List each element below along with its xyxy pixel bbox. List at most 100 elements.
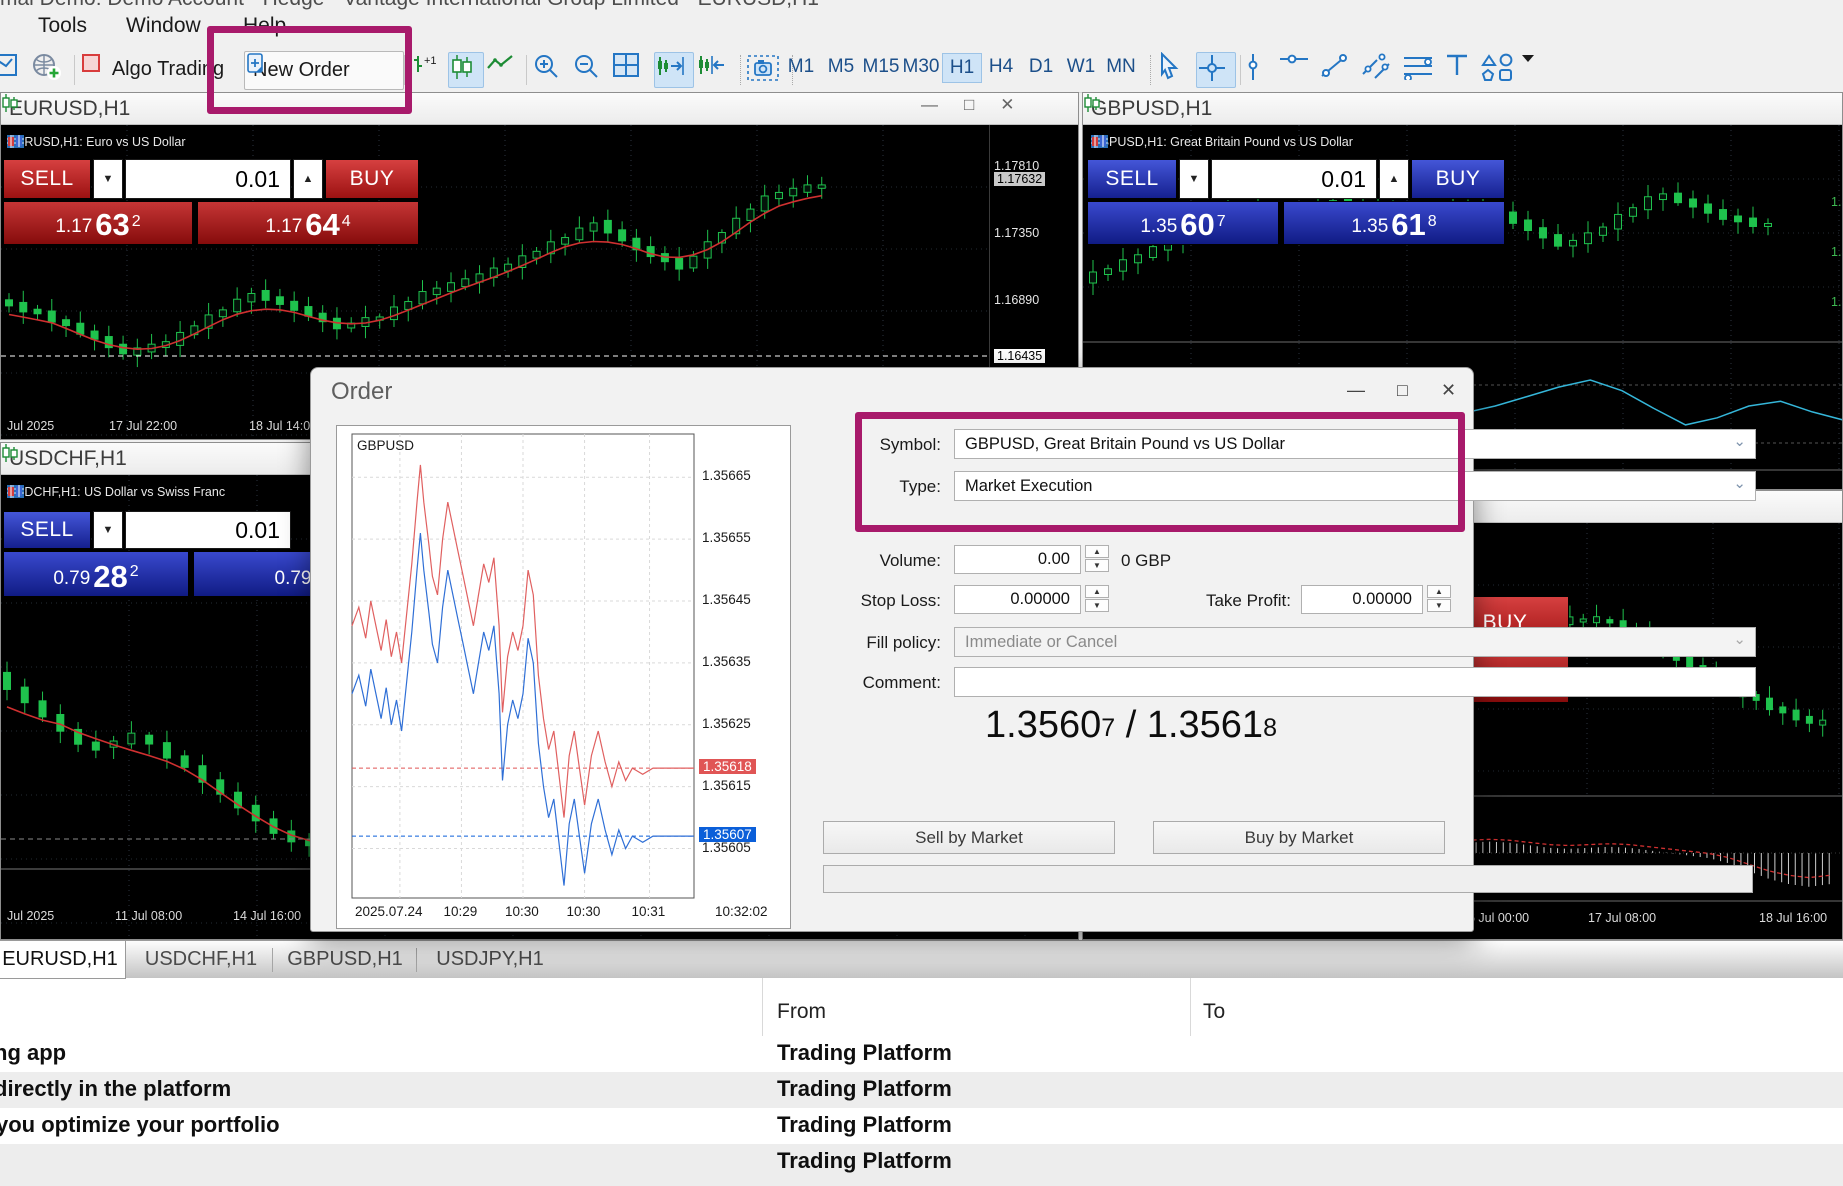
- order-progress-bar: [823, 865, 1753, 893]
- window-eurusd-titlebar[interactable]: EURUSD,H1 — □ ✕: [1, 93, 1078, 125]
- eurusd-xaxis-label: 17 Jul 22:00: [109, 419, 177, 433]
- eurusd-bid-price[interactable]: 1.17632: [3, 201, 193, 245]
- tf-h4-button[interactable]: H4: [982, 56, 1020, 78]
- tf-d1-button[interactable]: D1: [1022, 56, 1060, 78]
- volume-spinner[interactable]: ▲▼: [1085, 545, 1109, 572]
- eurusd-volume-input[interactable]: 0.01: [125, 159, 291, 199]
- table-row[interactable]: directly in the platform Trading Platfor…: [0, 1072, 1843, 1109]
- usdchf-sell-button[interactable]: SELL: [3, 511, 91, 549]
- gbpusd-bid-price[interactable]: 1.35607: [1087, 201, 1279, 245]
- gbpusd-volume-input[interactable]: 0.01: [1211, 159, 1377, 199]
- maximize-icon[interactable]: □: [964, 95, 974, 115]
- volume-input[interactable]: 0.00: [954, 545, 1081, 574]
- eurusd-ask-price[interactable]: 1.17644: [197, 201, 419, 245]
- table-row[interactable]: Trading Platform: [0, 1144, 1843, 1186]
- take-profit-input[interactable]: 0.00000: [1301, 585, 1423, 614]
- tick-axis-label: 1.35665: [702, 468, 751, 483]
- price-scale-label: 1.17632: [994, 172, 1045, 186]
- text-icon[interactable]: [1444, 52, 1476, 86]
- tab-usdchf[interactable]: USDCHF,H1: [136, 941, 266, 978]
- auto-scroll-icon[interactable]: [654, 52, 694, 88]
- table-row[interactable]: ng app Trading Platform: [0, 1036, 1843, 1073]
- tf-h1-button[interactable]: H1: [942, 53, 982, 83]
- stop-loss-spinner[interactable]: ▲▼: [1085, 585, 1109, 612]
- tf-w1-button[interactable]: W1: [1062, 56, 1100, 78]
- gbpusd-scale-fragment: 1.35: [1831, 295, 1842, 309]
- tf-mn-button[interactable]: MN: [1102, 56, 1140, 78]
- tab-eurusd[interactable]: EURUSD,H1: [0, 941, 126, 979]
- tf-m30-button[interactable]: M30: [902, 56, 940, 78]
- menu-window[interactable]: Window: [126, 14, 201, 38]
- gbpusd-ask-price[interactable]: 1.35618: [1283, 201, 1505, 245]
- price-scale-label: 1.16890: [994, 293, 1039, 307]
- close-icon[interactable]: ✕: [1000, 95, 1014, 115]
- dialog-minimize-icon[interactable]: —: [1347, 380, 1365, 401]
- candle-symbol-icon: [1, 93, 19, 113]
- eurusd-volume-up[interactable]: ▲: [293, 159, 323, 199]
- window-usdchf-title: USDCHF,H1: [9, 447, 127, 471]
- cursor-icon[interactable]: [1156, 52, 1192, 86]
- tick-axis-label: 1.35635: [702, 654, 751, 669]
- eurusd-volume-down[interactable]: ▼: [93, 159, 123, 199]
- tile-windows-icon[interactable]: [612, 52, 648, 86]
- gbpusd-overlay-label: GBPUSD,H1: Great Britain Pound vs US Dol…: [1091, 135, 1353, 149]
- gbpusd-volume-up[interactable]: ▲: [1379, 159, 1409, 199]
- stop-loss-input[interactable]: 0.00000: [954, 585, 1081, 614]
- menu-tools[interactable]: Tools: [38, 14, 87, 38]
- dialog-close-icon[interactable]: ✕: [1441, 380, 1456, 401]
- tf-m15-button[interactable]: M15: [862, 56, 900, 78]
- gbpusd-scale-fragment: 1.35: [1831, 195, 1842, 209]
- take-profit-spinner[interactable]: ▲▼: [1427, 585, 1451, 612]
- chart-window-icon[interactable]: [0, 52, 22, 86]
- eurusd-sell-button[interactable]: SELL: [3, 159, 91, 199]
- window-gbpusd-titlebar[interactable]: GBPUSD,H1: [1083, 93, 1842, 125]
- buy-by-market-button[interactable]: Buy by Market: [1153, 821, 1445, 854]
- zoom-in-icon[interactable]: [532, 52, 568, 86]
- gbpusd-sell-button[interactable]: SELL: [1087, 159, 1177, 199]
- comment-input[interactable]: [954, 667, 1756, 697]
- more-dropdown-icon[interactable]: [1520, 52, 1544, 86]
- bars-chart-icon[interactable]: +1: [412, 52, 446, 86]
- sell-by-market-button[interactable]: Sell by Market: [823, 821, 1115, 854]
- tick-axis-label: 10:32:02: [715, 904, 768, 919]
- usdchf-volume-down[interactable]: ▼: [93, 511, 123, 549]
- eurusd-buy-button[interactable]: BUY: [325, 159, 419, 199]
- chart-tabs-bar: EURUSD,H1 USDCHF,H1 GBPUSD,H1 USDJPY,H1: [0, 940, 1843, 979]
- mini-candles-icon: [7, 135, 24, 148]
- screenshot-icon[interactable]: [746, 52, 786, 86]
- fill-policy-select: Immediate or Cancel⌄: [954, 627, 1756, 657]
- crosshair-icon[interactable]: [1196, 52, 1236, 88]
- tf-m5-button[interactable]: M5: [822, 56, 860, 78]
- tick-axis-label: 1.35625: [702, 716, 751, 731]
- tick-axis-label: 1.35655: [702, 530, 751, 545]
- candlestick-chart-icon[interactable]: [448, 52, 484, 88]
- gbpusd-buy-button[interactable]: BUY: [1411, 159, 1505, 199]
- expert-advisor-icon[interactable]: [30, 52, 66, 86]
- horizontal-line-icon[interactable]: [1278, 52, 1314, 86]
- usdchf-volume-input[interactable]: 0.01: [125, 511, 291, 549]
- line-chart-icon[interactable]: [486, 52, 520, 86]
- vertical-line-icon[interactable]: [1246, 52, 1274, 86]
- shapes-icon[interactable]: [1480, 52, 1520, 86]
- algo-trading-icon[interactable]: [80, 52, 110, 86]
- eurusd-overlay-label: EURUSD,H1: Euro vs US Dollar: [7, 135, 186, 149]
- gbpusd-scale-fragment: 1.35: [1831, 245, 1842, 259]
- trendline-icon[interactable]: [1318, 52, 1356, 86]
- dialog-maximize-icon[interactable]: □: [1397, 380, 1408, 401]
- minimize-icon[interactable]: —: [921, 95, 938, 115]
- zoom-out-icon[interactable]: [572, 52, 608, 86]
- tab-gbpusd[interactable]: GBPUSD,H1: [280, 941, 410, 978]
- gbpusd-volume-down[interactable]: ▼: [1179, 159, 1209, 199]
- table-row[interactable]: you optimize your portfolio Trading Plat…: [0, 1108, 1843, 1145]
- fibonacci-icon[interactable]: [1400, 52, 1440, 86]
- channel-icon[interactable]: [1360, 52, 1398, 86]
- table-header-to: To: [1203, 1000, 1225, 1024]
- tick-price-marker: 1.35618: [699, 759, 756, 774]
- chart-shift-icon[interactable]: [696, 52, 734, 86]
- usdchf-bid-price[interactable]: 0.79282: [3, 551, 189, 597]
- tick-axis-label: 10:30: [505, 904, 539, 919]
- usdchf-overlay-label: USDCHF,H1: US Dollar vs Swiss Franc: [7, 485, 225, 499]
- svg-text:+1: +1: [424, 55, 437, 67]
- tf-m1-button[interactable]: M1: [782, 56, 820, 78]
- tab-usdjpy[interactable]: USDJPY,H1: [424, 941, 556, 978]
